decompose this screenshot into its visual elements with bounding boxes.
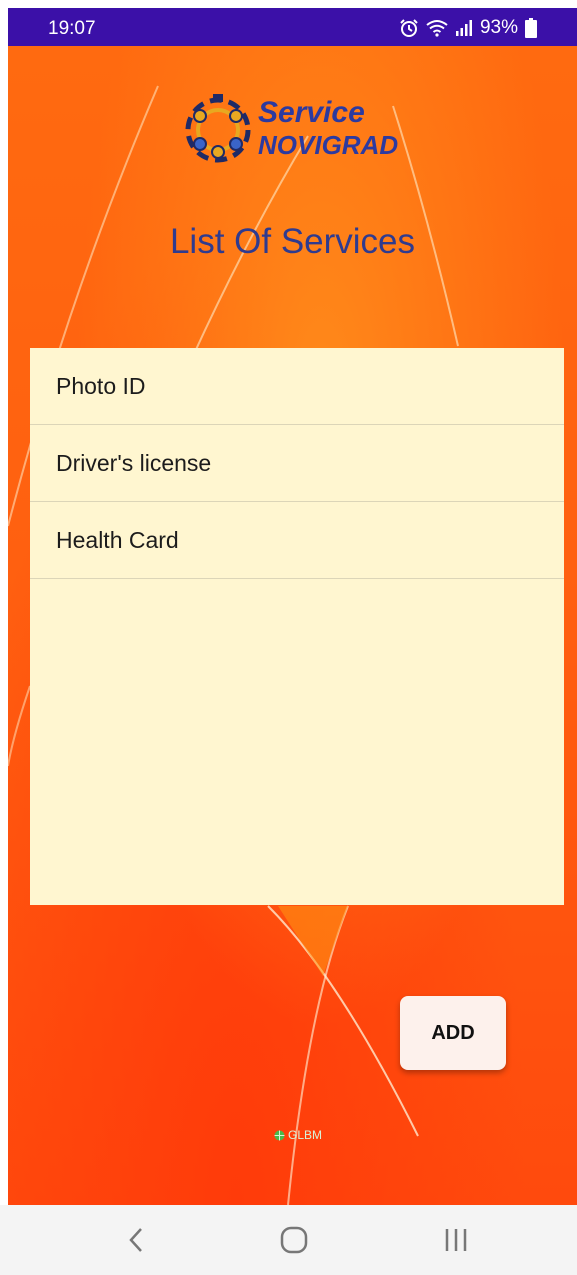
list-item[interactable]: Driver's license xyxy=(30,425,564,502)
page-title: List Of Services xyxy=(169,222,416,261)
list-item[interactable]: Photo ID xyxy=(30,348,564,425)
status-time: 19:07 xyxy=(48,18,96,39)
globe-icon xyxy=(274,1130,285,1140)
glbm-watermark: GLBM xyxy=(274,1128,322,1142)
home-icon xyxy=(280,1226,308,1254)
list-item[interactable]: Health Card xyxy=(30,502,564,579)
battery-icon xyxy=(525,18,537,38)
wifi-icon xyxy=(426,19,448,37)
services-list: Photo ID Driver's license Health Card xyxy=(30,348,564,905)
back-icon xyxy=(129,1228,142,1252)
add-button[interactable]: ADD xyxy=(400,996,506,1070)
recents-button[interactable] xyxy=(416,1205,496,1275)
home-button[interactable] xyxy=(254,1205,334,1275)
list-item-label: Health Card xyxy=(56,526,179,553)
list-item-label: Driver's license xyxy=(56,449,212,476)
alarm-icon xyxy=(399,18,419,38)
service-novigrad-logo: Service NOVIGRAD xyxy=(180,90,420,176)
back-button[interactable] xyxy=(96,1205,176,1275)
gear-people-icon xyxy=(185,94,251,163)
app-content: Service NOVIGRAD List Of Services Photo … xyxy=(8,46,577,1205)
logo-text-novigrad: NOVIGRAD xyxy=(258,130,399,160)
recents-icon xyxy=(445,1229,467,1251)
signal-icon xyxy=(455,20,473,36)
logo-text-service: Service xyxy=(258,96,365,129)
status-bar: 19:07 93% xyxy=(8,8,577,46)
list-item-label: Photo ID xyxy=(56,372,146,399)
watermark-text: GLBM xyxy=(288,1128,323,1142)
navigation-bar xyxy=(0,1205,577,1275)
battery-percent: 93% xyxy=(479,17,518,38)
status-icons: 93% xyxy=(399,17,537,39)
